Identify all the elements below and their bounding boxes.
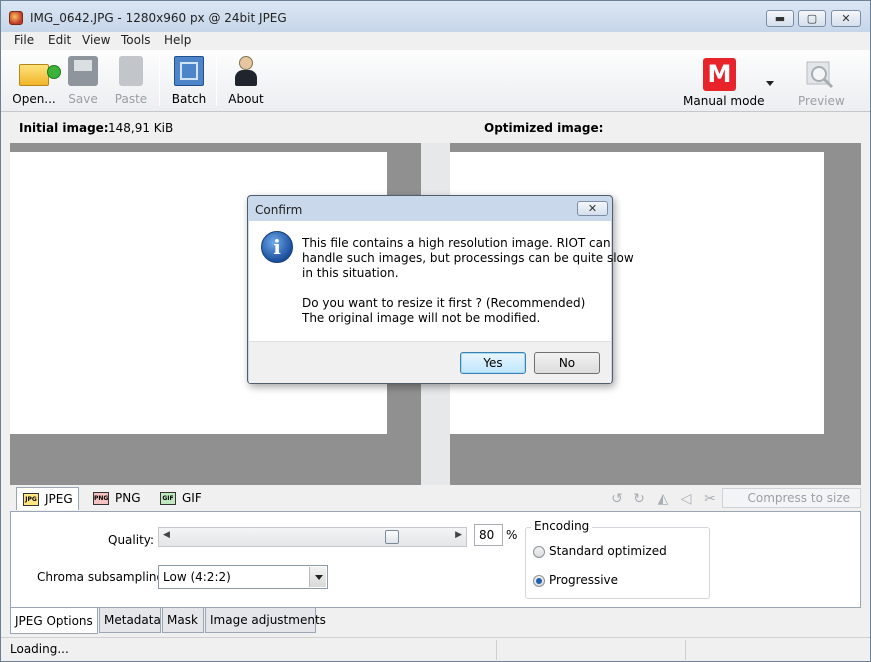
initial-image-label: Initial image: — [19, 121, 109, 135]
toolbar-separator — [216, 56, 217, 106]
progressive-label[interactable]: Progressive — [549, 573, 618, 587]
initial-image-size: 148,91 KiB — [108, 121, 174, 135]
gif-icon: GIF — [160, 492, 176, 505]
dialog-message-line: handle such images, but processings can … — [302, 251, 634, 265]
encoding-group — [525, 527, 710, 599]
chroma-selected-value: Low (4:2:2) — [163, 570, 231, 584]
app-icon — [9, 11, 23, 25]
jpeg-options-panel: Quality: ◀ ▶ 80 % Chroma subsampling: Lo… — [10, 511, 861, 608]
paste-button[interactable]: Paste — [111, 54, 151, 108]
tab-mask[interactable]: Mask — [162, 608, 204, 633]
png-icon: PNG — [93, 492, 109, 505]
tab-png[interactable]: PNG PNG — [87, 487, 147, 510]
batch-label: Batch — [171, 92, 207, 106]
tab-jpeg-options[interactable]: JPEG Options — [10, 608, 98, 634]
status-text: Loading... — [10, 642, 69, 656]
progressive-radio[interactable] — [533, 575, 545, 587]
tab-gif[interactable]: GIF GIF — [154, 487, 206, 510]
slider-left-arrow-icon[interactable]: ◀ — [163, 530, 170, 540]
status-bar: Loading... — [1, 637, 870, 661]
save-label: Save — [68, 92, 98, 106]
toolbar-separator — [159, 56, 160, 106]
dialog-close-button[interactable]: ✕ — [577, 201, 608, 216]
menu-view[interactable]: View — [82, 33, 110, 47]
flip-vertical-icon[interactable]: ◁ — [678, 491, 694, 507]
maximize-button[interactable]: ▢ — [798, 10, 826, 27]
status-separator — [496, 640, 497, 660]
image-headers: Initial image: 148,91 KiB Optimized imag… — [1, 113, 870, 143]
tab-jpeg[interactable]: JPG JPEG — [16, 487, 79, 510]
quality-slider-thumb[interactable] — [385, 530, 399, 544]
preview-icon[interactable] — [804, 59, 836, 91]
quality-slider[interactable]: ◀ ▶ — [158, 527, 467, 547]
quality-unit: % — [506, 528, 518, 542]
menu-edit[interactable]: Edit — [48, 33, 71, 47]
chevron-down-icon[interactable] — [309, 567, 326, 587]
standard-optimized-label[interactable]: Standard optimized — [549, 544, 667, 558]
preview-label: Preview — [798, 94, 845, 108]
tab-image-adjustments[interactable]: Image adjustments — [205, 608, 326, 633]
dialog-message-line: Do you want to resize it first ? (Recomm… — [302, 296, 586, 310]
batch-icon — [174, 56, 204, 86]
compress-to-size-button[interactable]: Compress to size — [722, 488, 861, 508]
standard-optimized-radio[interactable] — [533, 546, 545, 558]
flip-horizontal-icon[interactable]: ◭ — [655, 491, 671, 507]
mode-dropdown-icon[interactable] — [766, 81, 774, 86]
optimized-image-label: Optimized image: — [484, 121, 604, 135]
window-title: IMG_0642.JPG - 1280x960 px @ 24bit JPEG — [30, 11, 287, 25]
status-separator — [685, 640, 686, 660]
minimize-button[interactable]: ▬ — [766, 10, 794, 27]
close-button[interactable]: ✕ — [831, 10, 861, 27]
title-bar: IMG_0642.JPG - 1280x960 px @ 24bit JPEG … — [1, 1, 870, 32]
maximize-icon: ▢ — [806, 12, 818, 25]
no-button[interactable]: No — [534, 352, 600, 374]
dialog-message-line: The original image will not be modified. — [302, 311, 541, 325]
rotate-right-icon[interactable]: ↻ — [631, 491, 647, 507]
manual-mode-icon[interactable]: M — [703, 58, 736, 91]
chroma-select[interactable]: Low (4:2:2) — [158, 565, 328, 589]
open-button[interactable]: Open... — [11, 54, 61, 108]
paste-clipboard-icon — [119, 56, 143, 86]
confirm-dialog: Confirm ✕ i This file contains a high re… — [247, 195, 634, 384]
mode-label[interactable]: Manual mode — [683, 94, 764, 108]
green-arrow-icon — [47, 65, 61, 79]
slider-right-arrow-icon[interactable]: ▶ — [455, 530, 462, 540]
save-disk-icon — [68, 56, 98, 86]
encoding-title: Encoding — [531, 519, 593, 533]
menu-tools[interactable]: Tools — [121, 33, 151, 47]
chroma-label: Chroma subsampling: — [37, 570, 169, 584]
quality-input[interactable]: 80 — [474, 524, 503, 546]
tab-gif-label: GIF — [182, 491, 202, 505]
dialog-footer: Yes No — [249, 341, 611, 383]
menu-file[interactable]: File — [14, 33, 34, 47]
dialog-message-line: in this situation. — [302, 266, 399, 280]
open-folder-icon — [19, 64, 61, 86]
format-bar: JPG JPEG PNG PNG GIF GIF ↺ ↻ ◭ ◁ ✂ Compr… — [1, 487, 870, 511]
dialog-title: Confirm — [255, 203, 303, 217]
menu-bar: File Edit View Tools Help — [1, 32, 870, 50]
dialog-message-line: This file contains a high resolution ima… — [302, 236, 611, 250]
dialog-body: i This file contains a high resolution i… — [249, 221, 634, 341]
tab-metadata[interactable]: Metadata — [99, 608, 161, 633]
yes-button[interactable]: Yes — [460, 352, 526, 374]
menu-help[interactable]: Help — [164, 33, 191, 47]
about-label: About — [228, 92, 264, 106]
tab-jpeg-label: JPEG — [45, 492, 73, 506]
info-icon: i — [261, 231, 293, 263]
paste-label: Paste — [114, 92, 148, 106]
minimize-icon: ▬ — [774, 12, 786, 25]
quality-label: Quality: — [108, 533, 155, 547]
jpeg-icon: JPG — [23, 493, 39, 506]
option-tabs: JPEG Options Metadata Mask Image adjustm… — [10, 608, 861, 634]
rotate-left-icon[interactable]: ↺ — [609, 491, 625, 507]
about-button[interactable]: About — [224, 54, 268, 108]
close-icon: ✕ — [841, 12, 851, 25]
crop-icon[interactable]: ✂ — [702, 491, 718, 507]
tab-png-label: PNG — [115, 491, 141, 505]
save-button[interactable]: Save — [63, 54, 103, 108]
about-person-icon — [239, 56, 253, 70]
open-label: Open... — [12, 92, 56, 106]
main-window: IMG_0642.JPG - 1280x960 px @ 24bit JPEG … — [0, 0, 871, 662]
batch-button[interactable]: Batch — [168, 54, 210, 108]
